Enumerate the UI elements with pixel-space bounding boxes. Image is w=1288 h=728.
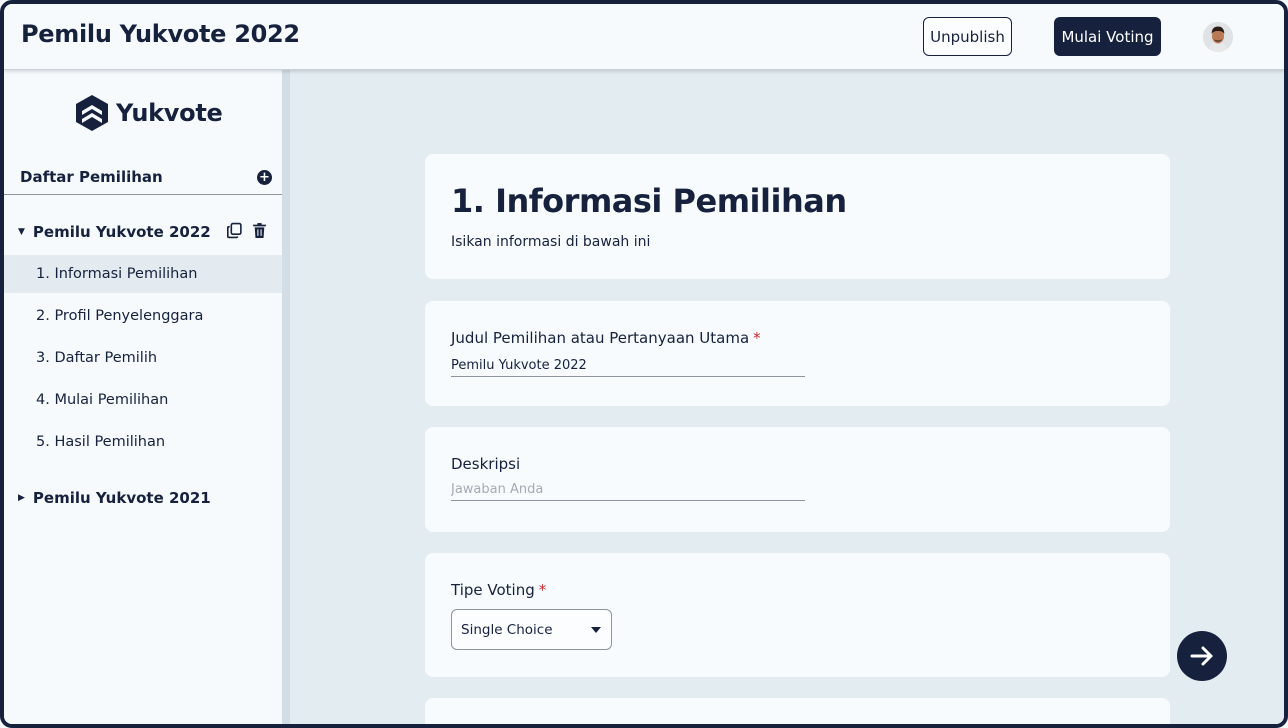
main-content: 1. Informasi Pemilihan Isikan informasi … (290, 70, 1284, 724)
section-label: Daftar Pemilihan (20, 168, 163, 186)
election-label: Pemilu Yukvote 2021 (32, 489, 211, 507)
election-item-2022[interactable]: ▼ Pemilu Yukvote 2022 (18, 220, 268, 244)
election-actions (226, 222, 268, 239)
top-bar: Pemilu Yukvote 2022 Unpublish Mulai Voti… (4, 4, 1284, 70)
required-mark: * (538, 581, 547, 599)
sidebar-item-daftar-pemilih[interactable]: 3. Daftar Pemilih (4, 339, 282, 377)
start-voting-button[interactable]: Mulai Voting (1054, 17, 1161, 56)
sidebar-item-mulai-pemilihan[interactable]: 4. Mulai Pemilihan (4, 381, 282, 419)
sidebar-item-hasil-pemilihan[interactable]: 5. Hasil Pemilihan (4, 423, 282, 461)
caret-down-icon[interactable]: ▼ (18, 227, 25, 237)
brand-logo: Yukvote (74, 94, 223, 132)
voting-type-card: Tipe Voting * Single Choice (425, 553, 1170, 677)
user-avatar-icon (1203, 22, 1233, 52)
title-field-label: Judul Pemilihan atau Pertanyaan Utama * (451, 329, 761, 347)
section-heading: 1. Informasi Pemilihan (451, 182, 847, 220)
election-item-2021[interactable]: ▶ Pemilu Yukvote 2021 (18, 486, 268, 510)
required-mark: * (753, 329, 761, 347)
dropdown-arrow-icon (591, 627, 601, 633)
unpublish-button[interactable]: Unpublish (923, 17, 1012, 56)
logo-text: Yukvote (116, 99, 223, 127)
sidebar-item-informasi-pemilihan[interactable]: 1. Informasi Pemilihan (4, 255, 282, 293)
avatar[interactable] (1203, 22, 1233, 52)
voting-type-label: Tipe Voting * (451, 581, 546, 599)
election-list-header: Daftar Pemilihan + (20, 166, 272, 188)
title-field-card: Judul Pemilihan atau Pertanyaan Utama * (425, 301, 1170, 406)
caret-right-icon[interactable]: ▶ (18, 493, 25, 503)
title-field-label-text: Judul Pemilihan atau Pertanyaan Utama (451, 329, 750, 347)
copy-icon[interactable] (226, 222, 243, 239)
voting-type-label-text: Tipe Voting (451, 581, 535, 599)
sidebar-item-profil-penyelenggara[interactable]: 2. Profil Penyelenggara (4, 297, 282, 335)
description-field-card: Deskripsi (425, 427, 1170, 532)
voting-type-select[interactable]: Single Choice (451, 609, 612, 650)
section-subheading: Isikan informasi di bawah ini (451, 234, 651, 250)
trash-icon[interactable] (251, 222, 268, 239)
arrow-right-icon (1190, 646, 1213, 666)
next-field-card (425, 698, 1170, 724)
election-label: Pemilu Yukvote 2022 (32, 223, 211, 241)
app-window: Pemilu Yukvote 2022 Unpublish Mulai Voti… (0, 0, 1288, 728)
title-input[interactable] (451, 355, 805, 377)
description-field-label: Deskripsi (451, 455, 521, 473)
section-divider (4, 194, 282, 195)
page-title: Pemilu Yukvote 2022 (21, 20, 300, 48)
yukvote-logo-icon (76, 95, 108, 131)
section-header-card: 1. Informasi Pemilihan Isikan informasi … (425, 154, 1170, 279)
description-input[interactable] (451, 479, 805, 501)
sidebar-divider (282, 70, 290, 724)
next-step-button[interactable] (1177, 631, 1227, 681)
add-election-icon[interactable]: + (257, 169, 272, 185)
voting-type-value: Single Choice (461, 621, 553, 638)
